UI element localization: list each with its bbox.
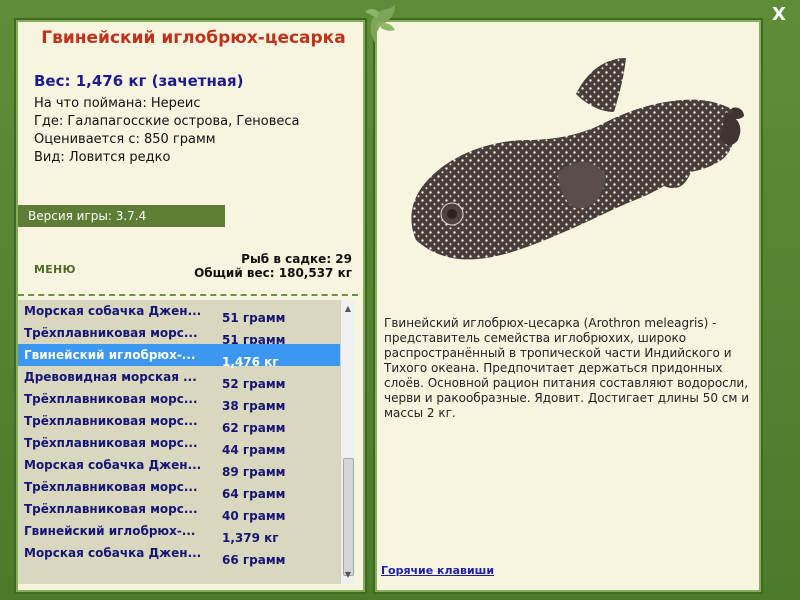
list-item[interactable]: Трёхплавниковая морс... 38 грамм [18, 388, 340, 413]
scroll-thumb[interactable] [343, 458, 354, 576]
list-item-name: Древовидная морская ... [24, 370, 197, 384]
list-item[interactable]: Гвинейский иглобрюх-... 1,379 кг [18, 520, 340, 545]
list-item[interactable]: Морская собачка Джен... 89 грамм [18, 454, 340, 479]
list-item-name: Трёхплавниковая морс... [24, 436, 198, 450]
list-item[interactable]: Трёхплавниковая морс... 64 грамм [18, 476, 340, 501]
list-item[interactable]: Трёхплавниковая морс... 51 грамм [18, 322, 340, 347]
fish-weight: Вес: 1,476 кг (зачетная) [34, 72, 244, 90]
game-version: Версия игры: 3.7.4 [18, 205, 225, 227]
list-item-name: Гвинейский иглобрюх-... [24, 524, 196, 538]
list-item[interactable]: Гвинейский иглобрюх-... 1,476 кг [18, 344, 340, 369]
list-item[interactable]: Морская собачка Джен... 51 грамм [18, 300, 340, 325]
list-item-name: Трёхплавниковая морс... [24, 502, 198, 516]
keepnet-stats: Рыб в садке: 29 Общий вес: 180,537 кг [194, 252, 352, 280]
scroll-up-icon[interactable]: ▲ [341, 302, 355, 316]
menu-button[interactable]: МЕНЮ [34, 263, 76, 276]
fish-description: Гвинейский иглобрюх-цесарка (Arothron me… [384, 316, 750, 420]
scrollbar[interactable]: ▲ ▼ [340, 300, 355, 584]
list-item[interactable]: Трёхплавниковая морс... 62 грамм [18, 410, 340, 435]
location-text: Где: Галапагосские острова, Геновеса [34, 114, 300, 129]
list-item-weight: 66 грамм [222, 553, 286, 567]
hotkeys-link[interactable]: Горячие клавиши [381, 564, 494, 577]
list-item-name: Трёхплавниковая морс... [24, 480, 198, 494]
divider [18, 294, 358, 296]
list-item[interactable]: Трёхплавниковая морс... 40 грамм [18, 498, 340, 523]
fish-count: Рыб в садке: 29 [241, 252, 352, 266]
fish-title: Гвинейский иглобрюх-цесарка [41, 28, 346, 48]
list-item-name: Морская собачка Джен... [24, 458, 202, 472]
list-item[interactable]: Морская собачка Джен... 66 грамм [18, 542, 340, 567]
total-weight: Общий вес: 180,537 кг [194, 266, 352, 280]
bait-text: На что поймана: Нереис [34, 96, 201, 111]
list-item-name: Морская собачка Джен... [24, 546, 202, 560]
list-item[interactable]: Древовидная морская ... 52 грамм [18, 366, 340, 391]
close-button[interactable]: X [770, 6, 788, 24]
list-item-name: Трёхплавниковая морс... [24, 326, 198, 340]
rarity-text: Вид: Ловится редко [34, 150, 171, 165]
list-item-name: Трёхплавниковая морс... [24, 414, 198, 428]
scroll-down-icon[interactable]: ▼ [341, 568, 355, 582]
fish-image [411, 58, 744, 260]
list-item[interactable]: Трёхплавниковая морс... 44 грамм [18, 432, 340, 457]
price-text: Оценивается с: 850 грамм [34, 132, 216, 147]
catch-list-box: Морская собачка Джен... 51 грамм Трёхплавн… [18, 300, 355, 584]
catch-list: Морская собачка Джен... 51 грамм Трёхплавн… [18, 300, 340, 567]
list-item-name: Морская собачка Джен... [24, 304, 202, 318]
list-item-name: Гвинейский иглобрюх-... [24, 348, 196, 362]
fish-details: На что поймана: Нереис Где: Галапагосски… [34, 95, 300, 167]
list-item-name: Трёхплавниковая морс... [24, 392, 198, 406]
